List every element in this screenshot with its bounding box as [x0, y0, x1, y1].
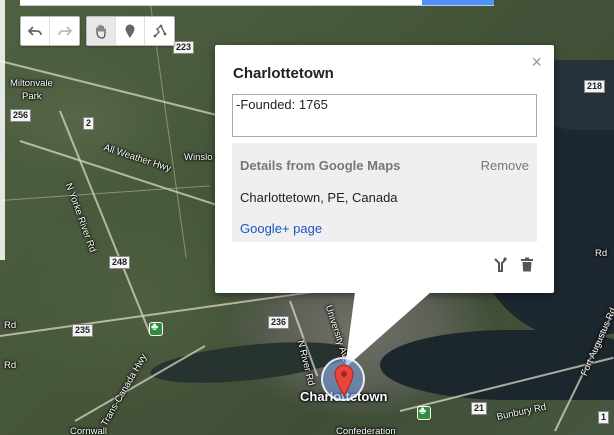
- undo-icon: [27, 26, 42, 36]
- redo-button[interactable]: [50, 17, 79, 45]
- selected-place-marker[interactable]: [321, 357, 365, 401]
- route-shield: 218: [584, 80, 606, 93]
- google-maps-details: Details from Google Maps Remove Charlott…: [232, 143, 537, 242]
- highway-marker: [149, 321, 163, 336]
- map-label-bunbury-rd: Bunbury Rd: [495, 401, 548, 423]
- hand-icon: [96, 24, 106, 39]
- pan-tool-button[interactable]: [87, 17, 116, 45]
- place-info-window: × Charlottetown -Founded: 1765 Details f…: [215, 45, 554, 293]
- map-label-winslo: Winslo: [184, 152, 213, 163]
- route-shield: 2: [83, 117, 95, 130]
- draw-line-icon: [153, 24, 166, 38]
- map-label-cornwall: Cornwall: [70, 426, 107, 435]
- map-label-confederation: Confederation: [336, 426, 396, 435]
- route-shield: 235: [72, 324, 94, 337]
- place-address: Charlottetown, PE, Canada: [240, 190, 398, 205]
- draw-line-button[interactable]: [145, 17, 174, 45]
- map-label-miltonvale: Miltonvale: [10, 78, 53, 89]
- add-marker-button[interactable]: [116, 17, 145, 45]
- map-label-park: Park: [22, 91, 42, 102]
- details-heading: Details from Google Maps: [240, 158, 401, 173]
- route-shield: 223: [173, 41, 195, 54]
- map-label-trans-canada-hwy: Trans-Canada Hwy: [99, 352, 150, 429]
- undo-button[interactable]: [21, 17, 50, 45]
- map-label-rd: Rd: [4, 360, 17, 371]
- route-shield: 1: [598, 411, 610, 424]
- style-icon[interactable]: [494, 257, 508, 272]
- highway-marker: [417, 405, 431, 420]
- tools-group: [86, 16, 175, 46]
- info-actions: [494, 257, 534, 272]
- delete-icon[interactable]: [520, 257, 534, 272]
- redo-icon: [57, 26, 72, 36]
- map-label-rd: Rd: [595, 248, 608, 259]
- map-toolbar: [20, 16, 175, 46]
- map-pin-icon: [334, 364, 354, 397]
- route-shield: 256: [10, 109, 32, 122]
- map-label-rd: Rd: [4, 320, 17, 331]
- remove-link[interactable]: Remove: [481, 158, 529, 173]
- place-title[interactable]: Charlottetown: [233, 65, 334, 82]
- close-button[interactable]: ×: [531, 53, 542, 71]
- route-shield: 21: [471, 402, 488, 415]
- description-field[interactable]: -Founded: 1765: [232, 94, 537, 137]
- google-plus-page-link[interactable]: Google+ page: [240, 221, 322, 236]
- add-marker-icon: [125, 24, 135, 38]
- route-shield: 248: [109, 256, 131, 269]
- history-group: [20, 16, 80, 46]
- route-shield: 236: [268, 316, 290, 329]
- search-button[interactable]: [422, 0, 494, 5]
- side-panel-edge: [0, 0, 5, 260]
- road: [0, 287, 337, 337]
- callout-tail: [345, 292, 431, 368]
- search-bar[interactable]: [20, 0, 494, 6]
